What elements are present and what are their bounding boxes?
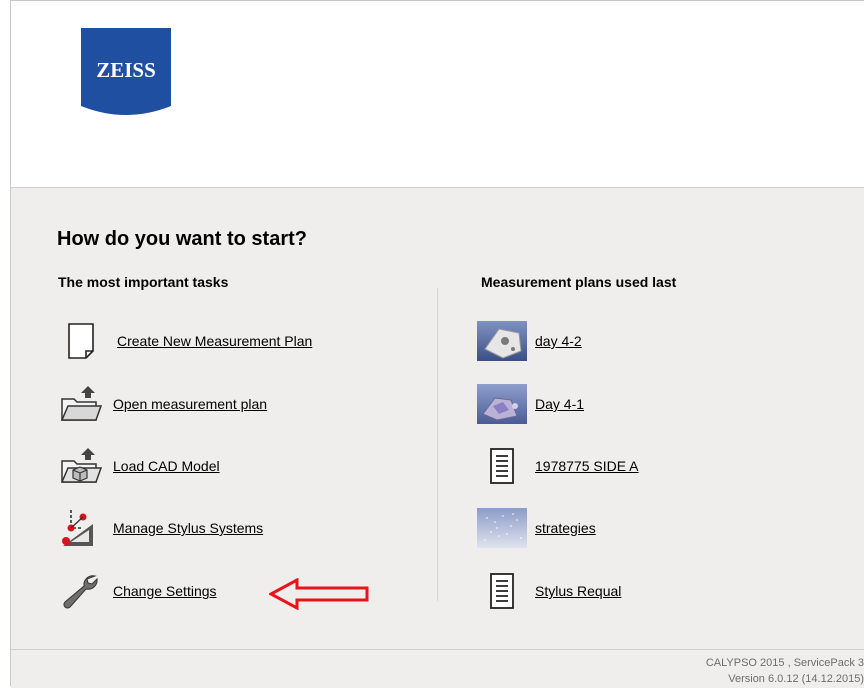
recent-plan-item[interactable]: strategies (477, 508, 596, 548)
load-cad-link[interactable]: Load CAD Model (113, 458, 220, 474)
wrench-icon (59, 571, 103, 611)
manage-stylus-link[interactable]: Manage Stylus Systems (113, 520, 263, 536)
start-panel: How do you want to start? The most impor… (11, 188, 864, 649)
recent-plan-link[interactable]: 1978775 SIDE A (535, 458, 639, 474)
create-plan-link[interactable]: Create New Measurement Plan (117, 333, 312, 349)
manage-stylus-item[interactable]: Manage Stylus Systems (59, 508, 263, 548)
recent-plans-heading: Measurement plans used last (481, 274, 677, 290)
build-version: Version 6.0.12 (14.12.2015) (728, 673, 864, 685)
change-settings-item[interactable]: Change Settings (59, 571, 217, 611)
recent-plan-link[interactable]: Stylus Requal (535, 583, 621, 599)
part-thumbnail (477, 321, 527, 361)
new-document-icon (59, 321, 103, 361)
part-thumbnail (477, 384, 527, 424)
open-plan-item[interactable]: Open measurement plan (59, 384, 267, 424)
svg-text:ZEISS: ZEISS (96, 58, 156, 82)
recent-plan-item[interactable]: Stylus Requal (477, 571, 621, 611)
recent-plan-link[interactable]: Day 4-1 (535, 396, 584, 412)
recent-plan-item[interactable]: Day 4-1 (477, 384, 584, 424)
cad-model-icon (59, 446, 103, 486)
version-info: CALYPSO 2015 , ServicePack 3 Version 6.0… (706, 655, 864, 687)
red-arrow-annotation (269, 578, 369, 610)
recent-plan-link[interactable]: day 4-2 (535, 333, 582, 349)
create-plan-item[interactable]: Create New Measurement Plan (59, 321, 312, 361)
page-title: How do you want to start? (57, 228, 307, 250)
column-divider (437, 288, 438, 601)
product-version: CALYPSO 2015 , ServicePack 3 (705, 657, 864, 669)
tasks-heading: The most important tasks (58, 274, 229, 290)
header: ZEISS (11, 1, 864, 188)
footer: CALYPSO 2015 , ServicePack 3 Version 6.0… (11, 649, 864, 688)
zeiss-logo: ZEISS (81, 28, 171, 115)
recent-plan-link[interactable]: strategies (535, 520, 596, 536)
document-icon (477, 446, 527, 486)
load-cad-item[interactable]: Load CAD Model (59, 446, 220, 486)
start-window: ZEISS How do you want to start? The most… (10, 0, 864, 688)
document-icon (477, 571, 527, 611)
open-folder-icon (59, 384, 103, 424)
recent-plan-item[interactable]: 1978775 SIDE A (477, 446, 639, 486)
change-settings-link[interactable]: Change Settings (113, 583, 217, 599)
open-plan-link[interactable]: Open measurement plan (113, 396, 267, 412)
stylus-system-icon (59, 508, 103, 548)
recent-plan-item[interactable]: day 4-2 (477, 321, 582, 361)
point-cloud-thumbnail (477, 508, 527, 548)
